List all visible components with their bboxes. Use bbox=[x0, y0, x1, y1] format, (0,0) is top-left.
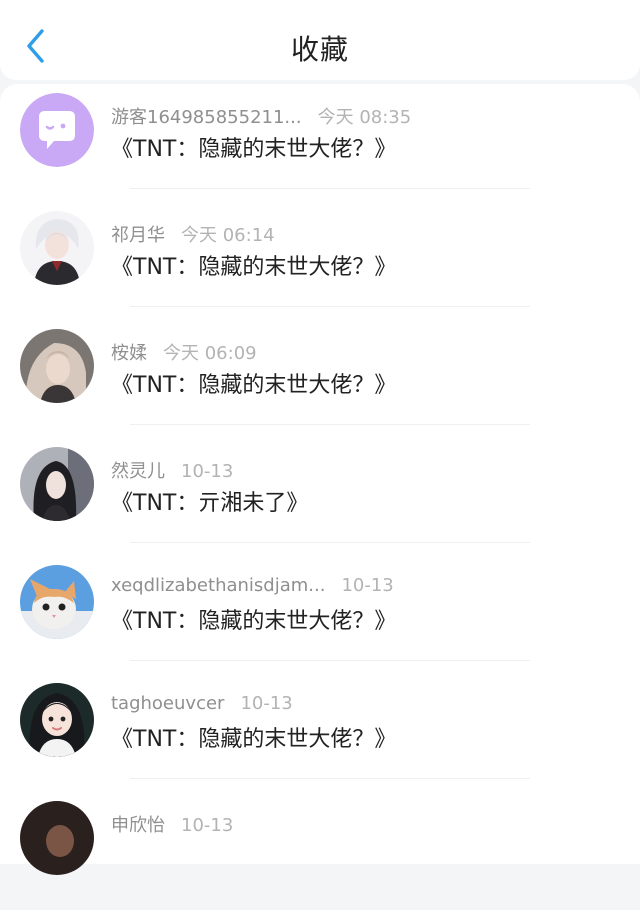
divider bbox=[130, 542, 530, 543]
list-item[interactable]: 然灵儿 10-13 《TNT：亓湘未了》 bbox=[0, 438, 640, 556]
divider bbox=[130, 778, 530, 779]
list-item[interactable]: 申欣怡 10-13 bbox=[0, 792, 640, 910]
item-title[interactable]: 《TNT：隐藏的末世大佬？》 bbox=[111, 249, 396, 281]
divider bbox=[130, 188, 530, 189]
timestamp: 今天 06:09 bbox=[163, 343, 257, 364]
avatar[interactable] bbox=[20, 565, 94, 639]
avatar[interactable] bbox=[20, 329, 94, 403]
favorites-list: 游客164985855211... 今天 08:35 《TNT：隐藏的末世大佬？》… bbox=[0, 84, 640, 875]
avatar[interactable] bbox=[20, 683, 94, 757]
dark-avatar bbox=[20, 801, 94, 875]
girl-photo-avatar bbox=[20, 329, 94, 403]
username[interactable]: 桉媃 bbox=[111, 343, 147, 364]
list-item[interactable]: xeqdlizabethanisdjam... 10-13 《TNT：隐藏的末世大… bbox=[0, 556, 640, 674]
username[interactable]: 然灵儿 bbox=[111, 461, 165, 482]
avatar[interactable] bbox=[20, 93, 94, 167]
item-title[interactable]: 《TNT：亓湘未了》 bbox=[111, 485, 308, 517]
timestamp: 今天 06:14 bbox=[181, 225, 275, 246]
page-title: 收藏 bbox=[290, 33, 349, 66]
avatar[interactable] bbox=[20, 447, 94, 521]
list-item[interactable]: taghoeuvcer 10-13 《TNT：隐藏的末世大佬？》 bbox=[0, 674, 640, 792]
avatar[interactable] bbox=[20, 801, 94, 875]
item-title[interactable]: 《TNT：隐藏的末世大佬？》 bbox=[111, 603, 396, 635]
kitten-avatar bbox=[20, 565, 94, 639]
item-title[interactable]: 《TNT：隐藏的末世大佬？》 bbox=[111, 131, 396, 163]
anime-character-avatar bbox=[20, 211, 94, 285]
timestamp: 10-13 bbox=[341, 575, 394, 596]
timestamp: 10-13 bbox=[181, 815, 234, 836]
dark-portrait-avatar bbox=[20, 447, 94, 521]
divider bbox=[130, 660, 530, 661]
list-item[interactable]: 祁月华 今天 06:14 《TNT：隐藏的末世大佬？》 bbox=[0, 202, 640, 320]
chat-bubble-icon bbox=[20, 93, 94, 167]
item-title[interactable]: 《TNT：隐藏的末世大佬？》 bbox=[111, 721, 396, 753]
username[interactable]: taghoeuvcer bbox=[111, 693, 224, 714]
username[interactable]: 祁月华 bbox=[111, 225, 165, 246]
list-item[interactable]: 游客164985855211... 今天 08:35 《TNT：隐藏的末世大佬？》 bbox=[0, 84, 640, 202]
username[interactable]: 申欣怡 bbox=[111, 815, 165, 836]
child-photo-avatar bbox=[20, 683, 94, 757]
username[interactable]: 游客164985855211... bbox=[111, 107, 302, 128]
list-item[interactable]: 桉媃 今天 06:09 《TNT：隐藏的末世大佬？》 bbox=[0, 320, 640, 438]
divider bbox=[130, 306, 530, 307]
top-bar: 收藏 bbox=[0, 0, 640, 80]
item-title[interactable]: 《TNT：隐藏的末世大佬？》 bbox=[111, 367, 396, 399]
divider bbox=[130, 424, 530, 425]
avatar[interactable] bbox=[20, 211, 94, 285]
timestamp: 10-13 bbox=[181, 461, 234, 482]
username[interactable]: xeqdlizabethanisdjam... bbox=[111, 575, 325, 596]
timestamp: 今天 08:35 bbox=[317, 107, 412, 128]
timestamp: 10-13 bbox=[240, 693, 293, 714]
